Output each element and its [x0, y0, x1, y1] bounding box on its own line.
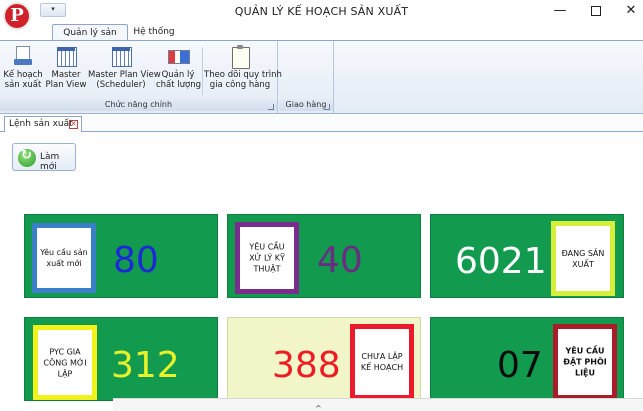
- tile-in-production[interactable]: ĐANG SẢN XUẤT 6021: [430, 214, 624, 298]
- ribbon: Kế hoạch sản xuất Master Plan View Maste…: [0, 40, 643, 114]
- tab-quan-ly-san-xuat[interactable]: Quản lý sản xuất: [52, 24, 128, 54]
- group-launcher-icon-delivery[interactable]: [324, 104, 330, 110]
- master-plan-scheduler-label-2: (Scheduler): [96, 80, 146, 90]
- tile-label: PYC GIA CÔNG MỚI LẬP: [43, 347, 87, 378]
- tile-card: YÊU CẦU XỬ LÝ KỸ THUẬT: [235, 222, 299, 294]
- tile-material-requests[interactable]: YÊU CẦU ĐẶT PHÔI LIỆU 07: [430, 317, 624, 401]
- tile-count: 388: [272, 345, 341, 386]
- tab-he-thong[interactable]: Hệ thống: [132, 24, 176, 41]
- process-tracking-button[interactable]: Theo dõi quy trình gia công hàng: [204, 45, 282, 99]
- tile-count: 80: [113, 240, 159, 281]
- production-plan-label-1: Kế hoạch: [3, 70, 43, 80]
- tile-unplanned[interactable]: CHƯA LẬP KẾ HOẠCH 388: [227, 317, 421, 401]
- close-tab-icon[interactable]: ✕: [69, 120, 78, 129]
- app-logo-icon[interactable]: P: [3, 2, 31, 30]
- title-bar: P ▾ QUẢN LÝ KẾ HOẠCH SẢN XUẤT — ✕: [0, 0, 643, 30]
- clipboard-check-icon: [229, 45, 251, 69]
- tile-technical-requests[interactable]: YÊU CẦU XỬ LÝ KỸ THUẬT 40: [227, 214, 421, 298]
- master-plan-scheduler-label-1: Master Plan View: [88, 70, 161, 80]
- tile-count: 312: [111, 345, 180, 386]
- calendar-icon: [55, 45, 77, 67]
- tile-card: CHƯA LẬP KẾ HOẠCH: [350, 324, 414, 400]
- tile-label: ĐANG SẢN XUẤT: [561, 248, 605, 269]
- maximize-button[interactable]: [582, 2, 610, 20]
- ribbon-group-delivery: Giao hàng: [279, 41, 334, 113]
- process-tracking-label-2: gia công hàng: [209, 80, 271, 90]
- app-logo-letter: P: [10, 5, 24, 26]
- quality-management-button[interactable]: Quản lý chất lượng: [156, 45, 202, 99]
- ribbon-separator: [202, 47, 203, 95]
- production-plan-label-2: sản xuất: [4, 80, 42, 90]
- quality-label-1: Quản lý: [161, 70, 195, 80]
- tile-label: Yêu cầu sản xuất mới: [40, 248, 88, 268]
- close-button[interactable]: ✕: [617, 2, 643, 20]
- process-tracking-label-1: Theo dõi quy trình: [204, 70, 282, 80]
- tile-label: CHƯA LẬP KẾ HOẠCH: [360, 352, 404, 372]
- maximize-icon: [591, 6, 601, 16]
- production-plan-icon: [12, 45, 34, 67]
- refresh-label: Làm mới: [40, 152, 60, 172]
- tile-card: ĐANG SẢN XUẤT: [551, 221, 615, 296]
- document-tab-strip: Lệnh sản xuất ✕: [0, 115, 643, 132]
- quality-icon: [167, 45, 190, 67]
- group-launcher-icon[interactable]: [268, 104, 274, 110]
- master-plan-view-button[interactable]: Master Plan View: [45, 45, 87, 99]
- app-window: P ▾ QUẢN LÝ KẾ HOẠCH SẢN XUẤT — ✕ Quản l…: [0, 0, 643, 411]
- tile-label: YÊU CẦU ĐẶT PHÔI LIỆU: [563, 346, 607, 378]
- tile-count: 40: [317, 240, 363, 281]
- tile-card: Yêu cầu sản xuất mới: [32, 223, 96, 293]
- tile-new-outsourcing-requests[interactable]: PYC GIA CÔNG MỚI LẬP 312: [24, 317, 218, 401]
- scheduler-calendar-icon: [110, 45, 132, 67]
- bottom-panel: [113, 398, 643, 411]
- scroll-up-indicator[interactable]: ^: [315, 404, 322, 411]
- minimize-button[interactable]: —: [546, 2, 574, 20]
- refresh-icon: [18, 148, 36, 167]
- refresh-button[interactable]: Làm mới: [12, 143, 76, 172]
- ribbon-group-label-main: Chức năng chính: [0, 99, 277, 111]
- ribbon-group-main-functions: Kế hoạch sản xuất Master Plan View Maste…: [0, 41, 282, 113]
- tile-count: 6021: [455, 241, 547, 282]
- tile-new-production-requests[interactable]: Yêu cầu sản xuất mới 80: [24, 214, 218, 298]
- document-tab-label: Lệnh sản xuất: [9, 119, 73, 129]
- tile-card: PYC GIA CÔNG MỚI LẬP: [33, 325, 97, 400]
- quality-label-2: chất lượng: [156, 80, 202, 90]
- document-tab-production-orders[interactable]: Lệnh sản xuất ✕: [4, 116, 82, 132]
- tile-label: YÊU CẦU XỬ LÝ KỸ THUẬT: [249, 242, 285, 274]
- tile-count: 07: [497, 345, 543, 386]
- master-plan-scheduler-button[interactable]: Master Plan View (Scheduler): [88, 45, 161, 99]
- ribbon-tabs: Quản lý sản xuất Hệ thống: [0, 24, 643, 54]
- production-plan-button[interactable]: Kế hoạch sản xuất: [3, 45, 43, 99]
- tile-card: YÊU CẦU ĐẶT PHÔI LIỆU: [553, 324, 617, 400]
- master-plan-view-label-2: Plan View: [45, 80, 87, 90]
- master-plan-view-label-1: Master: [51, 70, 81, 80]
